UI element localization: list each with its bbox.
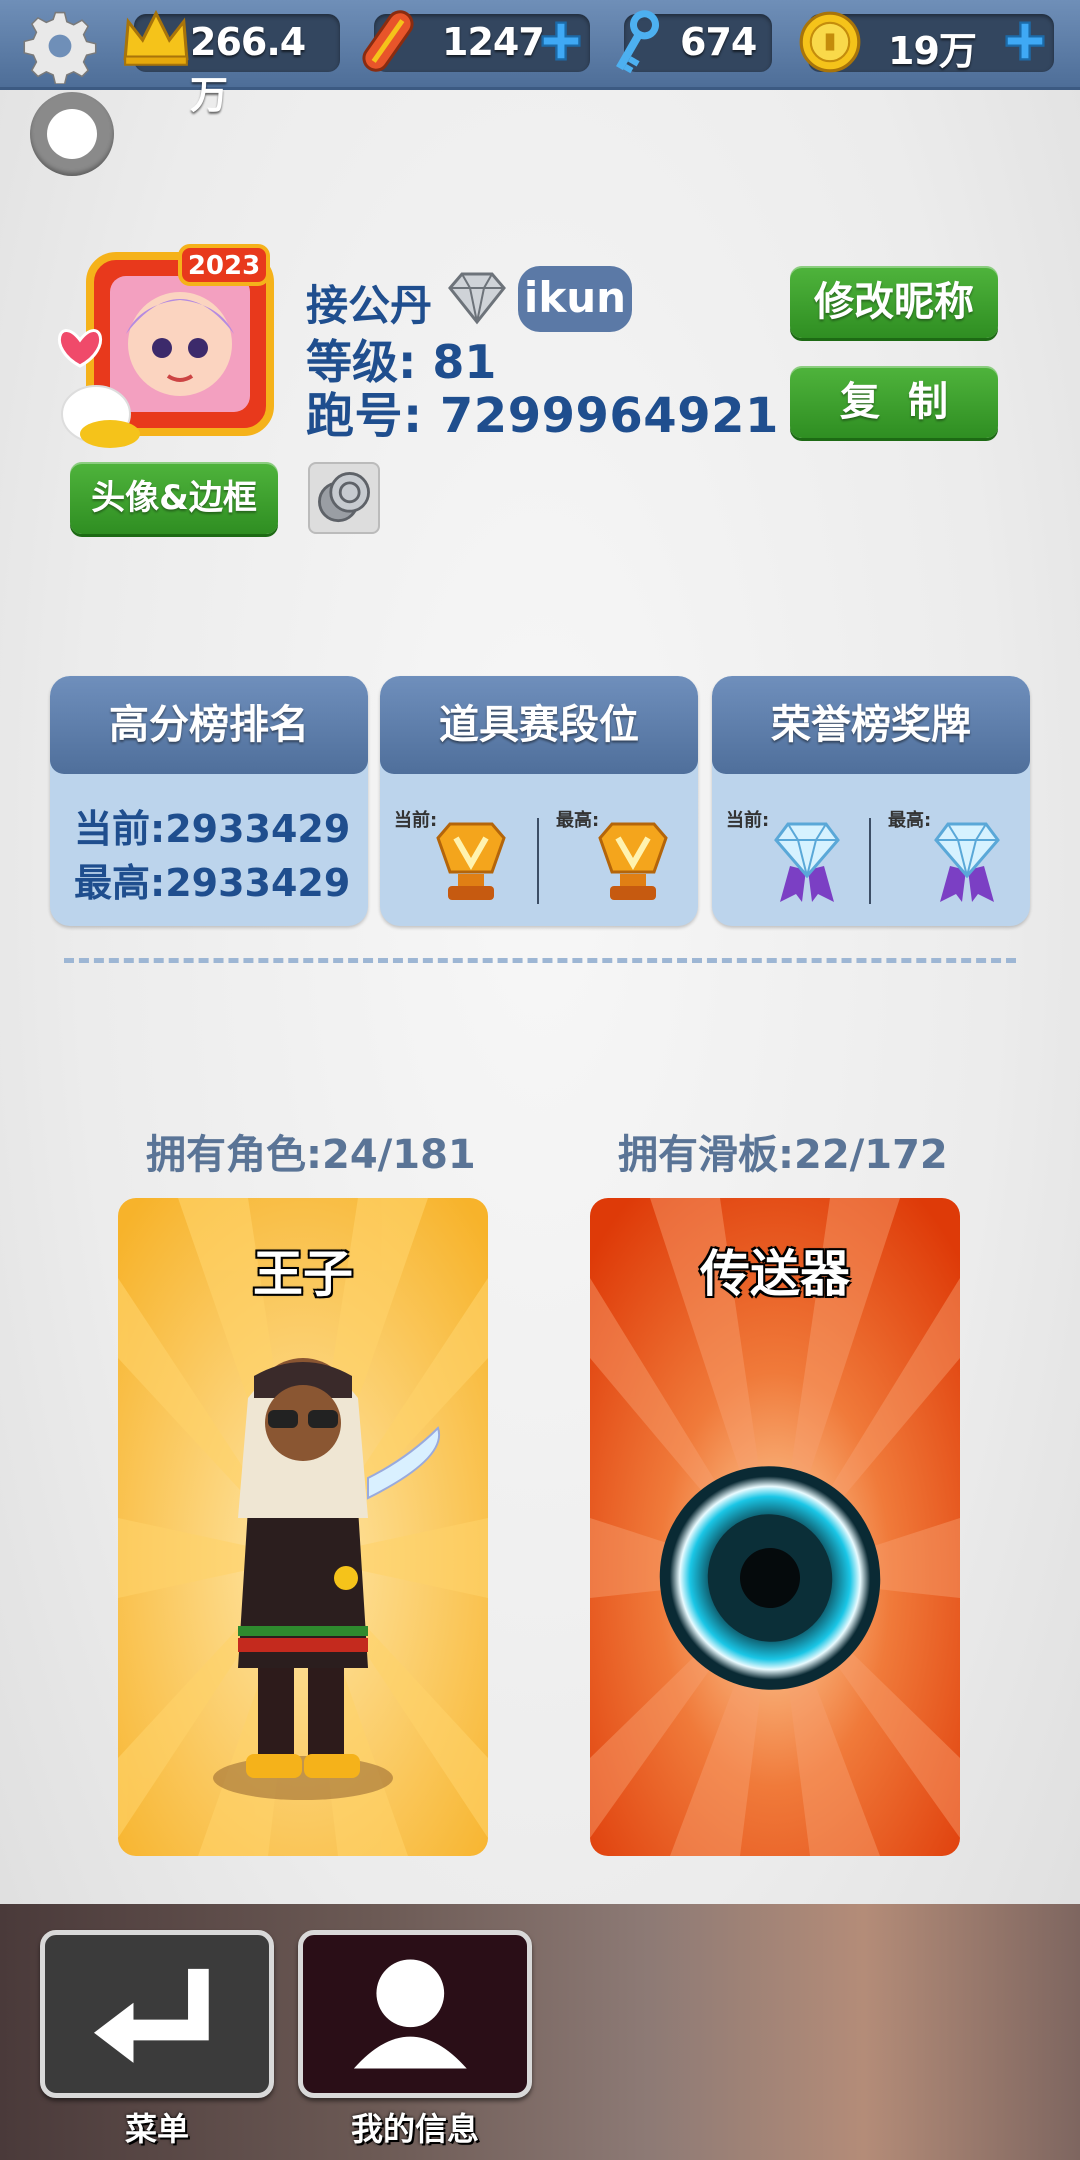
gear-icon[interactable] xyxy=(22,8,98,84)
owned-characters-count: 拥有角色:24/181 xyxy=(146,1132,476,1178)
diamond-medal-icon xyxy=(774,822,840,902)
board-name: 传送器 xyxy=(700,1245,850,1303)
item-league-title: 道具赛段位 xyxy=(380,676,698,774)
hoverboard-icon xyxy=(362,10,414,72)
board-card[interactable]: 传送器 xyxy=(590,1198,960,1856)
menu-button[interactable] xyxy=(40,1930,274,2098)
player-tag-badge: ikun xyxy=(518,266,632,332)
top-resource-bar: 266.4万 1247 674 19万 xyxy=(0,0,1080,117)
divider xyxy=(869,818,871,904)
plus-icon[interactable] xyxy=(1002,18,1048,64)
item-league-card[interactable]: 道具赛段位 当前: 最高: xyxy=(380,676,698,926)
honor-best-label: 最高: xyxy=(888,810,932,831)
honor-medal-card[interactable]: 荣誉榜奖牌 当前: 最高: xyxy=(712,676,1030,926)
crown-icon xyxy=(123,9,189,66)
player-id: 跑号: 7299964921 xyxy=(306,388,779,444)
avatar-frame-button[interactable]: 头像&边框 xyxy=(70,462,278,534)
coin-icon xyxy=(799,11,861,73)
coin-value: 19万 xyxy=(888,29,977,73)
key-value: 674 xyxy=(680,20,757,64)
character-card[interactable]: 王子 xyxy=(118,1198,488,1856)
hoverboard-value: 1247 xyxy=(442,20,545,64)
menu-label: 菜单 xyxy=(124,2110,189,2148)
avatar-year-text: 2023 xyxy=(188,251,260,281)
gold-trophy-icon xyxy=(598,822,668,900)
highscore-current: 当前:2933429 xyxy=(74,807,351,851)
highscore-rank-card[interactable]: 高分榜排名 当前:2933429 最高:2933429 xyxy=(50,676,368,926)
copy-id-button[interactable]: 复制 xyxy=(790,366,998,438)
highscore-best: 最高:2933429 xyxy=(74,861,351,905)
highscore-rank-title: 高分榜排名 xyxy=(50,676,368,774)
diamond-rank-icon xyxy=(448,272,506,325)
return-arrow-icon xyxy=(93,1968,209,2063)
crown-value: 266.4万 xyxy=(190,20,306,117)
silver-coins-icon xyxy=(318,472,370,523)
plus-icon[interactable] xyxy=(538,18,584,64)
hoverboard-counter: 1247 xyxy=(362,10,590,72)
my-info-button[interactable] xyxy=(298,1930,532,2098)
gold-trophy-icon xyxy=(436,822,506,900)
key-counter: 674 xyxy=(616,10,772,74)
user-silhouette-icon xyxy=(353,1959,467,2069)
diamond-medal-icon xyxy=(934,822,1000,902)
honor-medal-title: 荣誉榜奖牌 xyxy=(712,676,1030,774)
avatar-frame[interactable]: 2023 xyxy=(50,244,284,454)
owned-boards-count: 拥有滑板:22/172 xyxy=(618,1132,948,1178)
badge-slot[interactable] xyxy=(308,462,380,534)
my-info-label: 我的信息 xyxy=(350,2110,479,2148)
character-name: 王子 xyxy=(253,1245,353,1303)
honor-current-label: 当前: xyxy=(726,810,770,831)
coin-counter: 19万 xyxy=(799,11,1054,73)
divider xyxy=(537,818,539,904)
rename-button[interactable]: 修改昵称 xyxy=(790,266,998,338)
dashed-divider xyxy=(64,958,1016,963)
player-nickname: 接公丹 xyxy=(306,281,433,330)
record-toggle-button[interactable] xyxy=(30,92,114,176)
crown-counter: 266.4万 xyxy=(123,9,340,117)
key-icon xyxy=(616,10,659,74)
